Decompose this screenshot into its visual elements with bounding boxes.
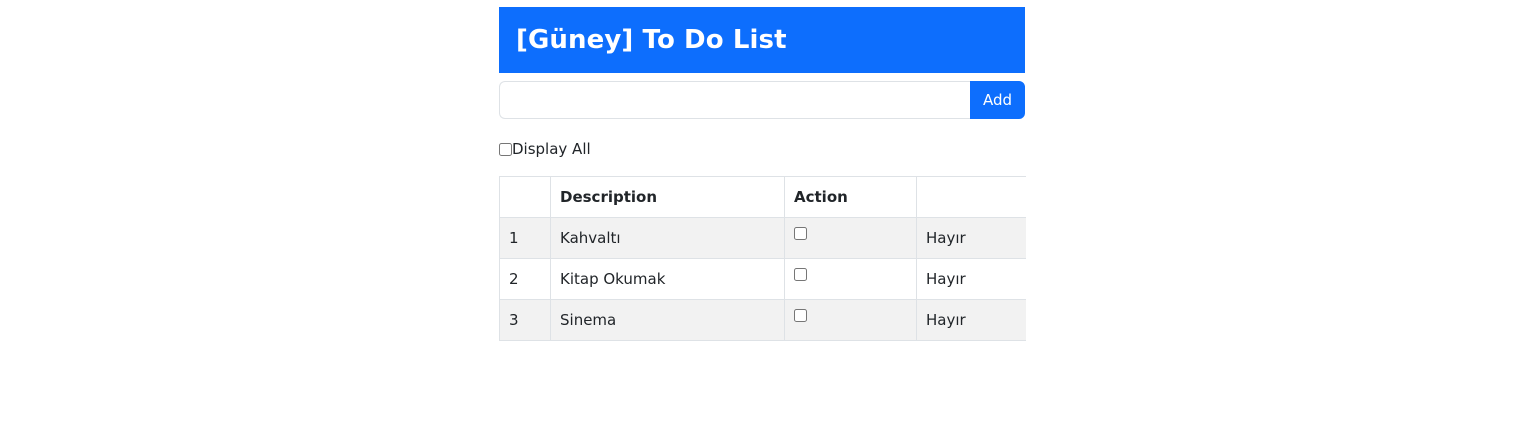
column-header-description: Description [550,176,785,218]
column-header-status [916,176,1026,218]
table-row: 1 Kahvaltı Hayır [499,217,1026,259]
column-header-action: Action [784,176,917,218]
row-status: Hayır [916,299,1026,341]
todo-table: Description Action 1 Kahvaltı Hayır 2 Ki… [499,176,1026,341]
row-action-cell [784,258,917,300]
new-item-form: Add [499,81,1025,119]
table-row: 3 Sinema Hayır [499,299,1026,341]
todo-app: [Güney] To Do List Add Display All Descr… [499,7,1026,341]
display-all-label: Display All [512,140,591,158]
display-all-checkbox[interactable] [499,142,512,156]
row-index: 2 [499,258,551,300]
done-checkbox[interactable] [794,227,807,240]
row-description: Kitap Okumak [550,258,785,300]
row-action-cell [784,299,917,341]
row-index: 3 [499,299,551,341]
done-checkbox[interactable] [794,309,807,322]
row-description: Kahvaltı [550,217,785,259]
table-row: 2 Kitap Okumak Hayır [499,258,1026,300]
row-status: Hayır [916,258,1026,300]
add-button[interactable]: Add [970,81,1025,119]
done-checkbox[interactable] [794,268,807,281]
page-title: [Güney] To Do List [516,25,787,55]
row-index: 1 [499,217,551,259]
row-status: Hayır [916,217,1026,259]
display-all-toggle: Display All [499,139,1025,159]
new-item-input[interactable] [499,81,970,119]
table-header-row: Description Action [499,176,1026,218]
app-header: [Güney] To Do List [499,7,1025,73]
row-description: Sinema [550,299,785,341]
row-action-cell [784,217,917,259]
column-header-index [499,176,551,218]
